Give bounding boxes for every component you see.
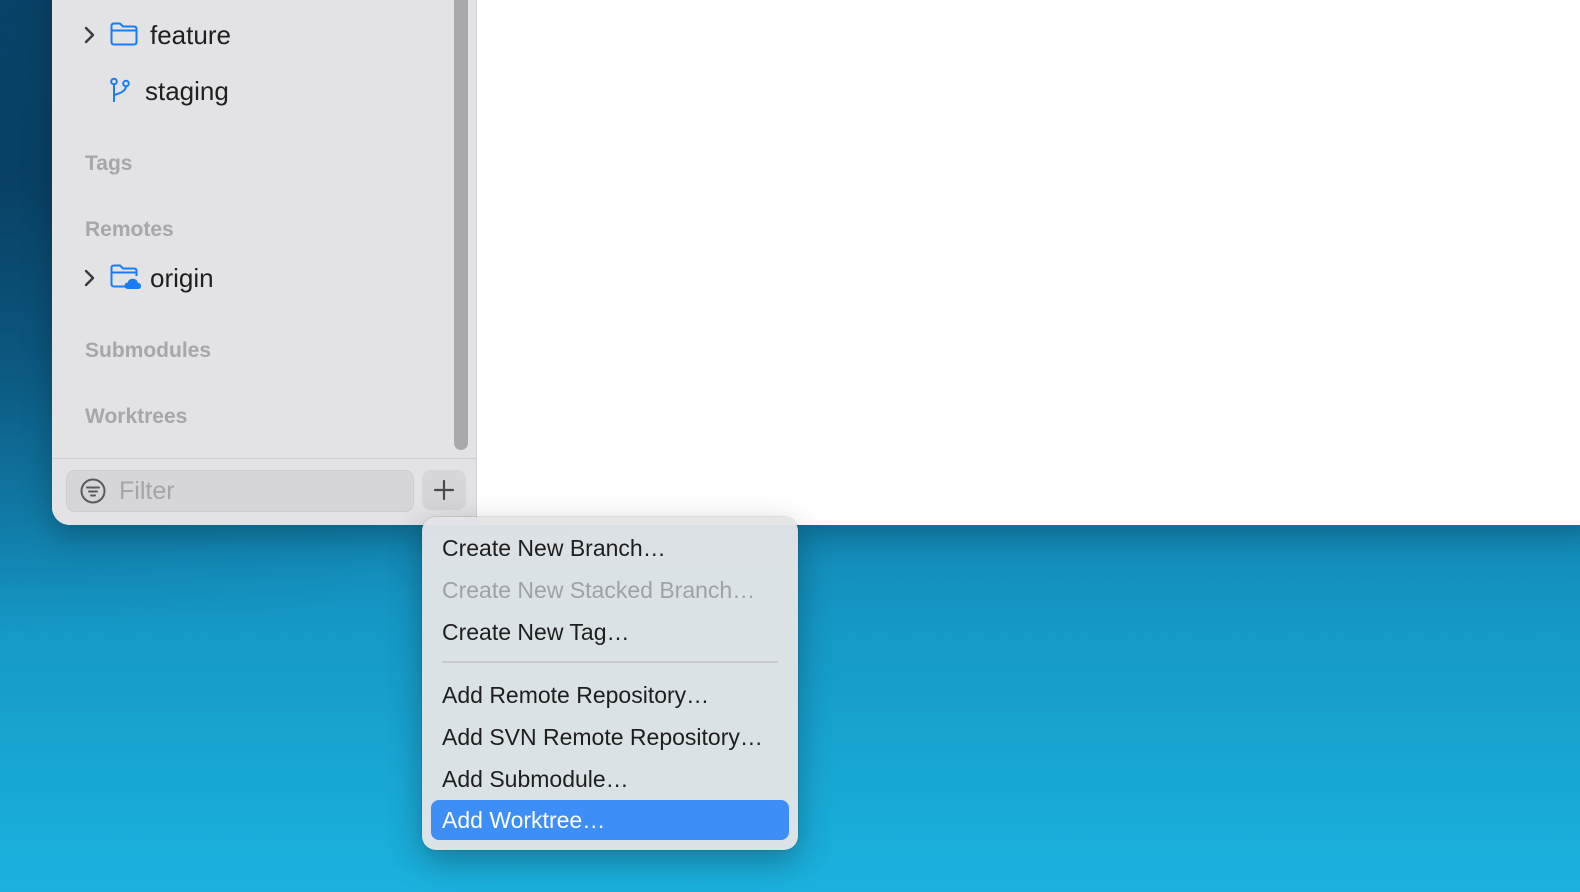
section-header-worktrees: Worktrees — [85, 405, 188, 428]
menu-item-add-worktree[interactable]: Add Worktree… — [431, 800, 789, 840]
sidebar-item-label: staging — [145, 75, 229, 106]
sidebar-item-origin[interactable]: origin — [52, 258, 452, 298]
menu-item-add-submodule[interactable]: Add Submodule… — [431, 759, 789, 799]
chevron-right-icon[interactable] — [78, 24, 100, 46]
plus-icon — [433, 479, 455, 501]
menu-item-create-new-stacked-branch: Create New Stacked Branch… — [442, 576, 756, 603]
app-window: feature staging Tags Remotes origin Subm… — [52, 0, 1580, 525]
filter-field[interactable] — [66, 470, 414, 512]
add-menu: Create New Branch… Create New Stacked Br… — [422, 517, 798, 850]
menu-item-add-svn-remote-repository[interactable]: Add SVN Remote Repository… — [431, 717, 789, 757]
section-header-remotes: Remotes — [85, 218, 174, 241]
add-button[interactable] — [422, 470, 466, 510]
chevron-right-icon[interactable] — [78, 267, 100, 289]
sidebar-list[interactable]: feature staging Tags Remotes origin Subm… — [52, 0, 476, 458]
filter-input[interactable] — [117, 475, 401, 507]
menu-item-add-remote-repository[interactable]: Add Remote Repository… — [431, 675, 789, 715]
filter-icon — [79, 477, 107, 505]
sidebar: feature staging Tags Remotes origin Subm… — [52, 0, 477, 525]
menu-item-create-new-branch[interactable]: Create New Branch… — [431, 528, 789, 568]
branch-icon — [108, 77, 132, 112]
sidebar-item-staging[interactable]: staging — [52, 71, 452, 111]
section-header-tags: Tags — [85, 152, 133, 175]
main-content-area — [477, 0, 1580, 525]
sidebar-footer — [52, 458, 476, 525]
menu-separator — [442, 661, 778, 663]
cloud-folder-icon — [109, 263, 143, 300]
menu-item-create-new-tag[interactable]: Create New Tag… — [431, 612, 789, 652]
section-header-submodules: Submodules — [85, 339, 212, 362]
sidebar-item-label: origin — [150, 262, 214, 293]
sidebar-item-label: feature — [150, 19, 231, 50]
folder-icon — [109, 21, 139, 54]
sidebar-scrollbar[interactable] — [454, 0, 468, 450]
sidebar-item-feature[interactable]: feature — [52, 15, 452, 55]
